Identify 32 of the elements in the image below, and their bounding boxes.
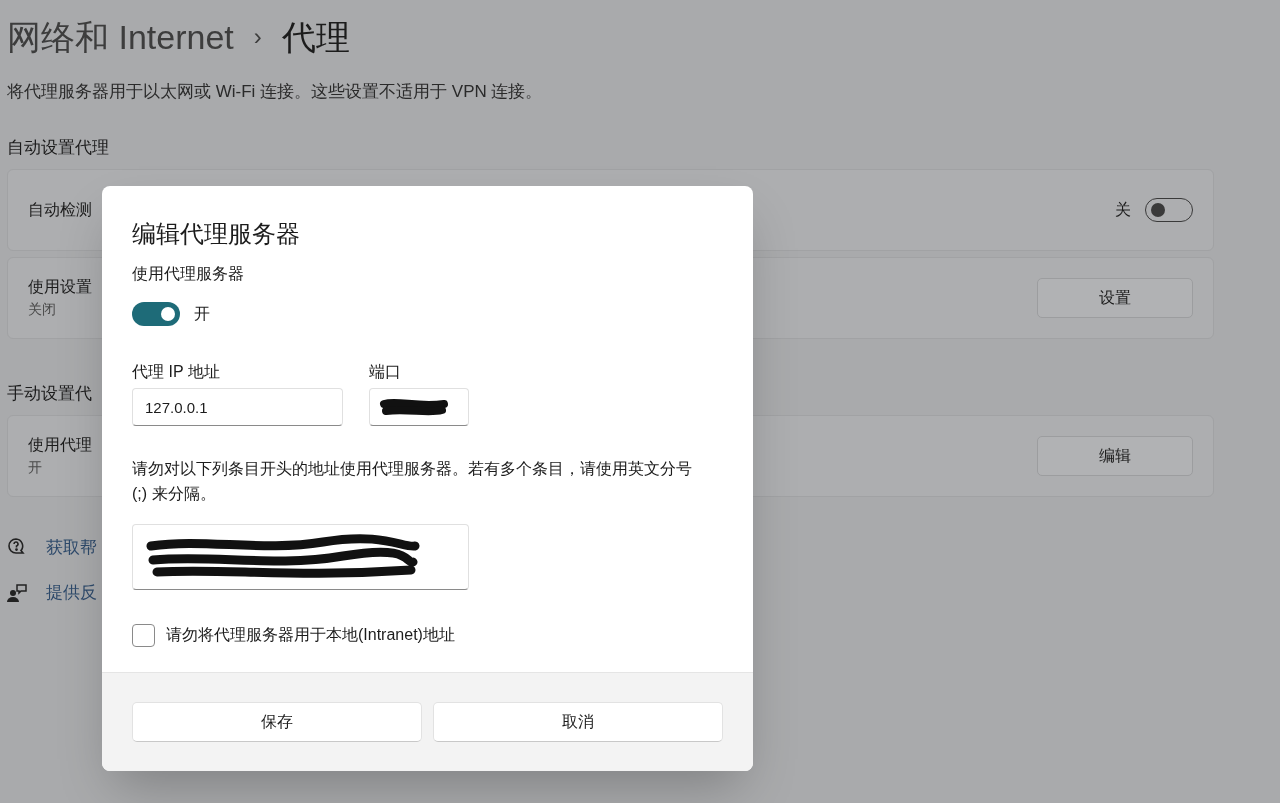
port-field[interactable]: [369, 388, 469, 426]
help-link[interactable]: 提供反: [46, 580, 97, 606]
dialog-button[interactable]: 取消: [433, 702, 723, 742]
exceptions-field[interactable]: [132, 524, 469, 590]
switch-state: 开: [194, 304, 210, 324]
breadcrumb-separator: ›: [253, 22, 262, 52]
setting-title: 自动检测: [28, 199, 92, 220]
setting-title: 使用代理: [28, 435, 92, 455]
field-label: 端口: [369, 362, 402, 382]
breadcrumb-parent[interactable]: 网络和 Internet: [7, 11, 234, 63]
dialog-button[interactable]: 保存: [132, 702, 422, 742]
card-button[interactable]: 编辑: [1037, 435, 1193, 476]
page-title: 代理: [281, 16, 350, 58]
setting-status: 开: [28, 458, 43, 477]
section-heading: 手动设置代: [7, 382, 93, 403]
checkbox-label: 请勿将代理服务器用于本地(Intranet)地址: [166, 625, 455, 645]
redaction-scribble: [378, 396, 450, 418]
setting-title: 使用设置: [28, 277, 92, 297]
section-heading: 自动设置代理: [7, 136, 110, 157]
checkbox[interactable]: [132, 623, 155, 647]
setting-status: 关闭: [28, 300, 57, 319]
exceptions-instructions: 请勿对以下列条目开头的地址使用代理服务器。若有多个条目，请使用英文分号 (;) 来分隔。: [132, 459, 693, 504]
page-description: 将代理服务器用于以太网或 Wi-Fi 连接。这些设置不适用于 VPN 连接。: [7, 81, 544, 103]
switch-label: 使用代理服务器: [132, 264, 245, 284]
card-button[interactable]: 设置: [1037, 277, 1193, 318]
dialog-title: 编辑代理服务器: [132, 219, 301, 249]
person-speech-icon: [7, 582, 27, 603]
toggle-state: 关: [1115, 199, 1131, 220]
ip-address-field[interactable]: 127.0.0.1: [132, 388, 343, 426]
toggle-switch[interactable]: [132, 302, 180, 326]
help-link[interactable]: 获取帮: [46, 534, 97, 560]
field-label: 代理 IP 地址: [132, 362, 221, 382]
